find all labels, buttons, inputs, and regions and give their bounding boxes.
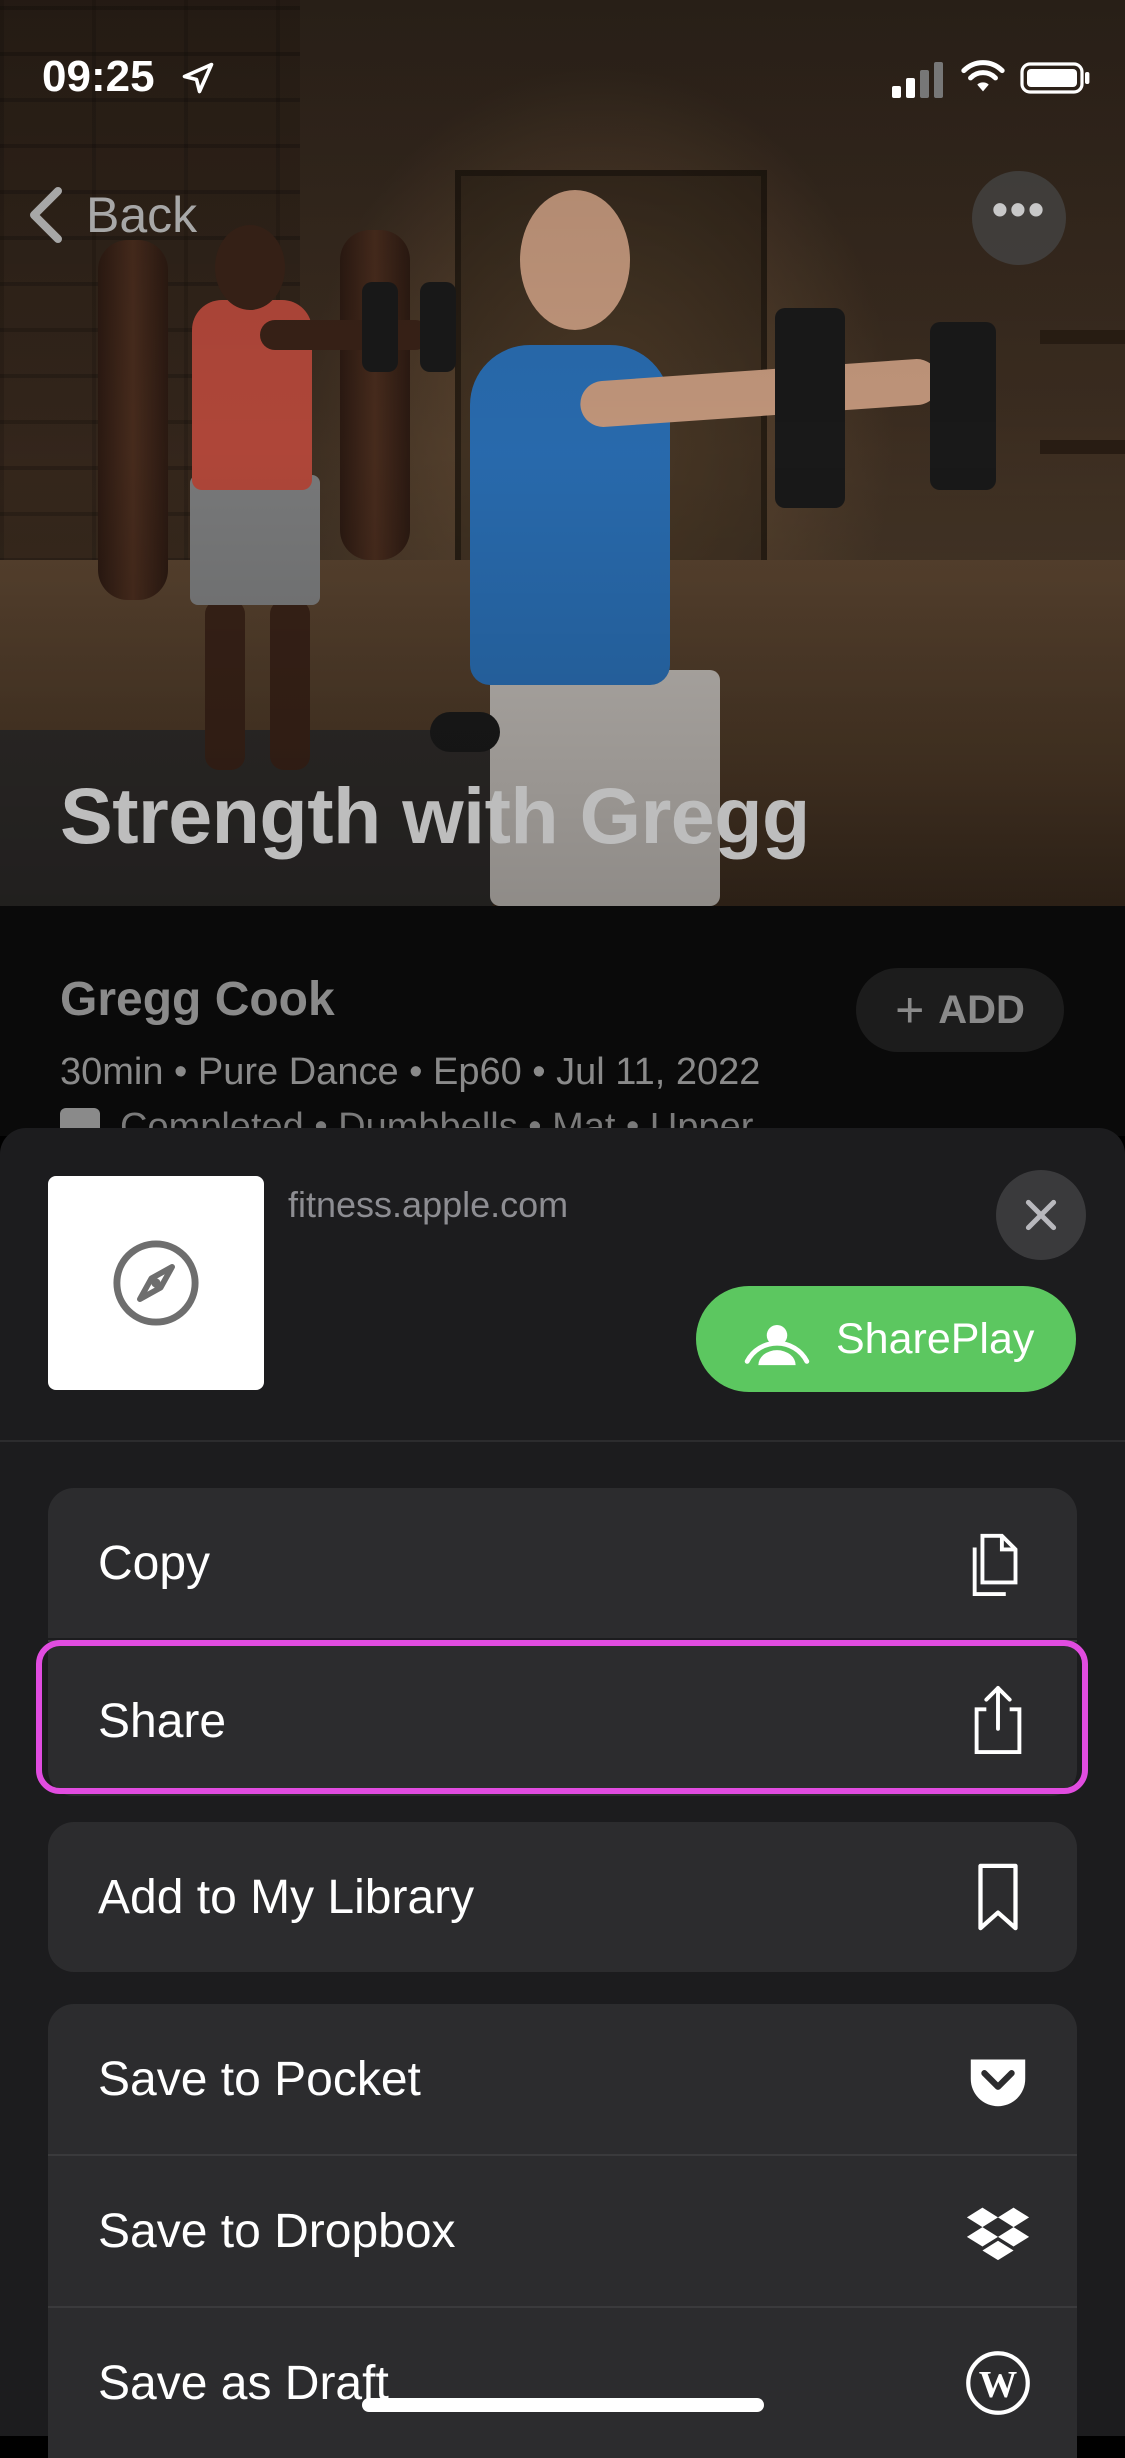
add-label: ADD xyxy=(938,987,1025,1032)
wordpress-icon: W xyxy=(963,2343,1033,2423)
save-to-pocket-label: Save to Pocket xyxy=(98,2052,421,2106)
workout-title: Strength with Gregg xyxy=(60,771,810,860)
plus-icon: + xyxy=(895,982,925,1038)
shareplay-button[interactable]: SharePlay xyxy=(696,1286,1076,1392)
back-button[interactable]: Back xyxy=(26,185,197,245)
copy-label: Copy xyxy=(98,1536,211,1590)
bookmark-icon xyxy=(963,1857,1033,1937)
add-button[interactable]: + ADD xyxy=(856,968,1064,1052)
workout-meta: 30min • Pure Dance • Ep60 • Jul 11, 2022 xyxy=(60,1051,761,1093)
home-indicator xyxy=(362,2398,764,2412)
cellular-signal-icon xyxy=(892,58,944,98)
close-icon xyxy=(1025,1199,1057,1231)
chevron-left-icon xyxy=(30,187,62,243)
dropbox-icon xyxy=(963,2191,1033,2271)
status-bar: 09:25 xyxy=(0,0,1125,150)
safari-compass-icon xyxy=(113,1240,199,1326)
link-thumbnail xyxy=(48,1176,264,1390)
add-to-library-label: Add to My Library xyxy=(98,1870,475,1924)
link-domain: fitness.apple.com xyxy=(288,1184,569,1225)
save-to-dropbox-action[interactable]: Save to Dropbox xyxy=(48,2156,1077,2306)
more-options-button[interactable]: ••• xyxy=(972,171,1066,265)
share-icon xyxy=(963,1681,1033,1761)
share-label: Share xyxy=(98,1694,227,1748)
ellipsis-icon: ••• xyxy=(991,183,1047,235)
save-to-dropbox-label: Save to Dropbox xyxy=(98,2204,456,2258)
copy-action[interactable]: Copy xyxy=(48,1488,1077,1638)
save-as-draft-label: Save as Draft xyxy=(98,2356,389,2410)
shareplay-label: SharePlay xyxy=(836,1314,1035,1363)
share-action[interactable]: Share xyxy=(48,1646,1077,1796)
back-label: Back xyxy=(86,187,198,243)
save-to-pocket-action[interactable]: Save to Pocket xyxy=(48,2004,1077,2154)
pocket-icon xyxy=(963,2039,1033,2119)
close-button[interactable] xyxy=(996,1170,1086,1260)
wifi-icon xyxy=(961,60,1005,92)
workout-info: Gregg Cook 30min • Pure Dance • Ep60 • J… xyxy=(0,906,1125,1148)
sheet-divider xyxy=(0,1440,1125,1442)
shareplay-icon xyxy=(744,1325,810,1366)
row-separator xyxy=(48,1640,1077,1642)
battery-icon xyxy=(1020,62,1090,94)
trainer-name: Gregg Cook xyxy=(60,973,335,1026)
location-arrow-icon xyxy=(182,62,214,94)
add-to-library-action[interactable]: Add to My Library xyxy=(48,1822,1077,1972)
svg-text:W: W xyxy=(979,2364,1018,2406)
copy-icon xyxy=(963,1523,1033,1603)
status-time: 09:25 xyxy=(42,52,155,101)
